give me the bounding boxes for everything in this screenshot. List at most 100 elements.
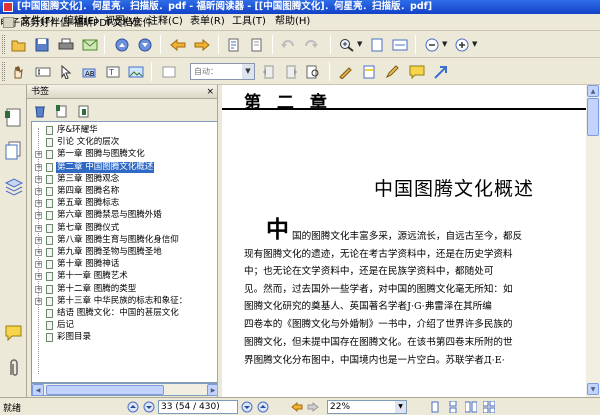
- snapshot-icon[interactable]: AB: [78, 61, 99, 82]
- chevron-down-icon[interactable]: ▼: [395, 401, 406, 413]
- next-page-icon[interactable]: [240, 400, 254, 414]
- highlight-icon[interactable]: [358, 61, 379, 82]
- single-page-icon[interactable]: [428, 400, 442, 414]
- tree-item[interactable]: + 第十章 图腾神话: [32, 259, 216, 270]
- tree-item[interactable]: + 第三章 图腾观念: [32, 174, 216, 185]
- forward-icon[interactable]: [306, 400, 320, 414]
- expand-icon[interactable]: +: [35, 175, 42, 183]
- document-view[interactable]: 第 二 章 中国图腾文化概述 中 国的图腾文化丰富多采，源远流长，自远古至今，都…: [222, 85, 586, 397]
- tree-item[interactable]: + 第四章 图腾名称: [32, 186, 216, 197]
- tree-item[interactable]: + 第二章 中国图腾文化概述: [32, 161, 216, 173]
- menu-view[interactable]: 视图(V): [105, 16, 140, 28]
- menu-comment[interactable]: 注释(C): [148, 16, 183, 28]
- expand-icon[interactable]: +: [35, 285, 42, 293]
- expand-icon[interactable]: +: [35, 236, 42, 244]
- prev-page-icon[interactable]: [142, 400, 156, 414]
- expand-bookmark-icon[interactable]: [73, 100, 94, 121]
- document-vertical-scrollbar[interactable]: ▲ ▼: [586, 85, 600, 397]
- expand-icon[interactable]: +: [35, 188, 42, 195]
- zoom-out-icon[interactable]: [421, 34, 442, 55]
- bookmarks-panel-icon[interactable]: [3, 107, 24, 129]
- undo-icon[interactable]: [277, 34, 298, 55]
- tree-item[interactable]: 引论 文化的层次: [32, 137, 216, 148]
- tree-item[interactable]: + 第六章 图腾禁忌与图腾外婚: [32, 210, 216, 221]
- fit-page-icon[interactable]: [366, 34, 387, 55]
- tree-item[interactable]: + 第十二章 图腾的类型: [32, 284, 216, 295]
- select-annotation-icon[interactable]: [55, 61, 76, 82]
- chevron-down-icon[interactable]: ▼: [472, 40, 477, 48]
- expand-icon[interactable]: +: [35, 273, 42, 281]
- tree-item[interactable]: + 第七章 图腾仪式: [32, 223, 216, 234]
- tree-item[interactable]: + 第九章 图腾圣物与图腾圣地: [32, 247, 216, 258]
- close-icon[interactable]: ×: [206, 85, 214, 99]
- page-number-field[interactable]: 33 (54 / 430): [158, 400, 238, 414]
- text-box-icon[interactable]: [158, 61, 179, 82]
- scroll-thumb[interactable]: [46, 385, 164, 395]
- back-icon[interactable]: [290, 400, 304, 414]
- arrow-tool-icon[interactable]: [430, 61, 451, 82]
- tree-item[interactable]: 彩图目录: [32, 332, 216, 343]
- zoom-in-icon[interactable]: [451, 34, 472, 55]
- expand-icon[interactable]: +: [35, 249, 42, 256]
- expand-icon[interactable]: +: [35, 200, 42, 208]
- select-text-icon[interactable]: [32, 61, 53, 82]
- note-tool-icon[interactable]: [334, 61, 355, 82]
- open-icon[interactable]: [8, 34, 29, 55]
- expand-icon[interactable]: +: [35, 261, 42, 269]
- tree-item[interactable]: + 第十三章 中华民族的标志和象征：: [32, 296, 216, 307]
- back-icon[interactable]: [167, 34, 188, 55]
- scroll-down-icon[interactable]: ▼: [587, 383, 599, 395]
- menu-file[interactable]: 文件(F): [21, 16, 55, 28]
- zoom-combo[interactable]: 自动： ▼: [190, 63, 255, 80]
- toolbar-grip[interactable]: [2, 35, 5, 54]
- scroll-up-icon[interactable]: ▲: [587, 85, 599, 97]
- pages-panel-icon[interactable]: [3, 139, 24, 161]
- title-bar[interactable]: [中国图腾文化]．何星亮．扫描版．pdf - 福昕阅读器 - [[中国图腾文化]…: [0, 0, 600, 14]
- zoom-tool-icon[interactable]: [336, 34, 357, 55]
- expand-icon[interactable]: +: [35, 297, 42, 305]
- forward-icon[interactable]: [191, 34, 212, 55]
- delete-icon[interactable]: [29, 100, 50, 121]
- next-match-icon[interactable]: [280, 61, 301, 82]
- email-icon[interactable]: [79, 34, 100, 55]
- chevron-down-icon[interactable]: ▼: [442, 40, 447, 48]
- tree-item[interactable]: 序&环耀华: [32, 125, 216, 136]
- chevron-down-icon[interactable]: ▼: [357, 40, 362, 48]
- save-icon[interactable]: [31, 34, 52, 55]
- page-down-icon[interactable]: [134, 34, 155, 55]
- comment-icon[interactable]: [406, 61, 427, 82]
- toolbar-grip[interactable]: [2, 62, 5, 81]
- comments-panel-icon[interactable]: [3, 323, 24, 345]
- new-bookmark-icon[interactable]: [51, 100, 72, 121]
- image-icon[interactable]: [125, 61, 146, 82]
- expand-icon[interactable]: +: [35, 151, 42, 159]
- menu-tools[interactable]: 工具(T): [232, 16, 266, 28]
- continuous-facing-icon[interactable]: [482, 400, 496, 414]
- prev-match-icon[interactable]: [258, 61, 279, 82]
- menu-help[interactable]: 帮助(H): [275, 16, 310, 28]
- attachments-panel-icon[interactable]: [3, 357, 24, 379]
- tree-item[interactable]: 后记: [32, 320, 216, 331]
- print-icon[interactable]: [55, 34, 76, 55]
- tree-item[interactable]: 结语 图腾文化：中国的甚层文化: [32, 308, 216, 319]
- extract-page-icon[interactable]: [246, 34, 267, 55]
- facing-icon[interactable]: [464, 400, 478, 414]
- expand-icon[interactable]: +: [35, 212, 42, 220]
- tree-horizontal-scrollbar[interactable]: ◀ ▶: [31, 383, 232, 396]
- tree-item[interactable]: + 第十一章 图腾艺术: [32, 271, 216, 282]
- insert-page-icon[interactable]: [223, 34, 244, 55]
- last-page-icon[interactable]: [256, 400, 270, 414]
- pencil-icon[interactable]: [382, 61, 403, 82]
- tree-item[interactable]: + 第五章 图腾标志: [32, 198, 216, 209]
- zoom-percent-field[interactable]: 22% ▼: [327, 400, 407, 414]
- page-up-icon[interactable]: [111, 34, 132, 55]
- expand-icon[interactable]: +: [35, 163, 42, 171]
- redo-icon[interactable]: [300, 34, 321, 55]
- menu-form[interactable]: 表单(R): [190, 16, 225, 28]
- continuous-icon[interactable]: [446, 400, 460, 414]
- find-icon[interactable]: [302, 61, 323, 82]
- hand-tool-icon[interactable]: [8, 61, 29, 82]
- expand-icon[interactable]: +: [35, 224, 42, 232]
- fit-width-icon[interactable]: [389, 34, 410, 55]
- layers-panel-icon[interactable]: [3, 175, 24, 197]
